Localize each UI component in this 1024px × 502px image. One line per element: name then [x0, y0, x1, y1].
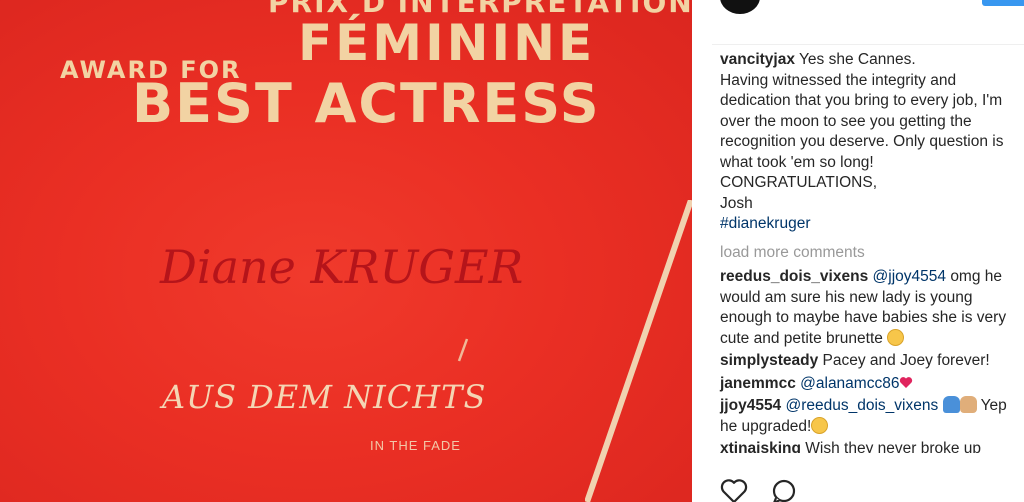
comment-username[interactable]: reedus_dois_vixens — [720, 268, 868, 285]
caption-comment: vancityjax Yes she Cannes. Having witnes… — [720, 50, 1024, 235]
person-icon — [942, 396, 960, 413]
comment-username[interactable]: simplysteady — [720, 352, 818, 369]
list-item: simplysteady Pacey and Joey forever! — [720, 351, 1024, 372]
comments-panel: vancityjax Yes she Cannes. Having witnes… — [692, 0, 1024, 502]
comment-username[interactable]: xtinaisking — [720, 440, 801, 453]
smiling-face-icon — [887, 328, 905, 346]
poster-small-slash — [457, 338, 469, 362]
avatar[interactable] — [720, 0, 760, 14]
hand-icon — [959, 396, 977, 413]
post-actions — [720, 478, 798, 502]
caption-line-2: Having witnessed the integrity and dedic… — [720, 71, 1004, 171]
comment-mention[interactable]: @alanamcc86 — [800, 375, 899, 392]
comment-mention[interactable]: @reedus_dois_vixens — [786, 397, 939, 414]
caption-line-3: CONGRATULATIONS, — [720, 174, 878, 191]
comment-icon[interactable] — [770, 478, 798, 502]
poster-actress-name: Diane KRUGER — [160, 240, 524, 294]
header-divider — [712, 44, 1024, 45]
list-item: jjoy4554 @reedus_dois_vixens Yep he upgr… — [720, 396, 1024, 437]
comment-mention[interactable]: @jjoy4554 — [873, 268, 946, 285]
poster-feminine-text: FÉMININE — [298, 14, 596, 72]
load-more-comments-link[interactable]: load more comments — [720, 243, 1024, 264]
poster-long-slash — [585, 200, 692, 502]
poster-best-actress-text: BEST ACTRESS — [132, 72, 601, 135]
list-item: reedus_dois_vixens @jjoy4554 omg he woul… — [720, 267, 1024, 349]
comment-username[interactable]: janemmcc — [720, 375, 796, 392]
comment-text: Pacey and Joey forever! — [822, 352, 990, 369]
follow-button[interactable] — [982, 0, 1024, 6]
post-image[interactable]: PRIX D'INTERPRETATION FÉMININE AWARD FOR… — [0, 0, 692, 502]
red-heart-icon — [900, 376, 913, 388]
heart-icon[interactable] — [720, 478, 748, 502]
poster-film-english-title: IN THE FADE — [370, 438, 461, 453]
caption-line-4: Josh — [720, 194, 753, 212]
caption-username[interactable]: vancityjax — [720, 51, 795, 68]
comment-list: vancityjax Yes she Cannes. Having witnes… — [720, 50, 1024, 453]
poster-film-title: AUS DEM NICHTS — [162, 378, 487, 416]
caption-line-1: Yes she Cannes. — [799, 51, 916, 68]
list-item: janemmcc @alanamcc86 — [720, 374, 1024, 395]
list-item: xtinaisking Wish they never broke up — [720, 439, 1024, 453]
smiling-face-icon — [811, 416, 829, 434]
comment-username[interactable]: jjoy4554 — [720, 397, 781, 414]
comment-text: Wish they never broke up — [805, 440, 982, 453]
caption-hashtag[interactable]: #dianekruger — [720, 215, 810, 232]
